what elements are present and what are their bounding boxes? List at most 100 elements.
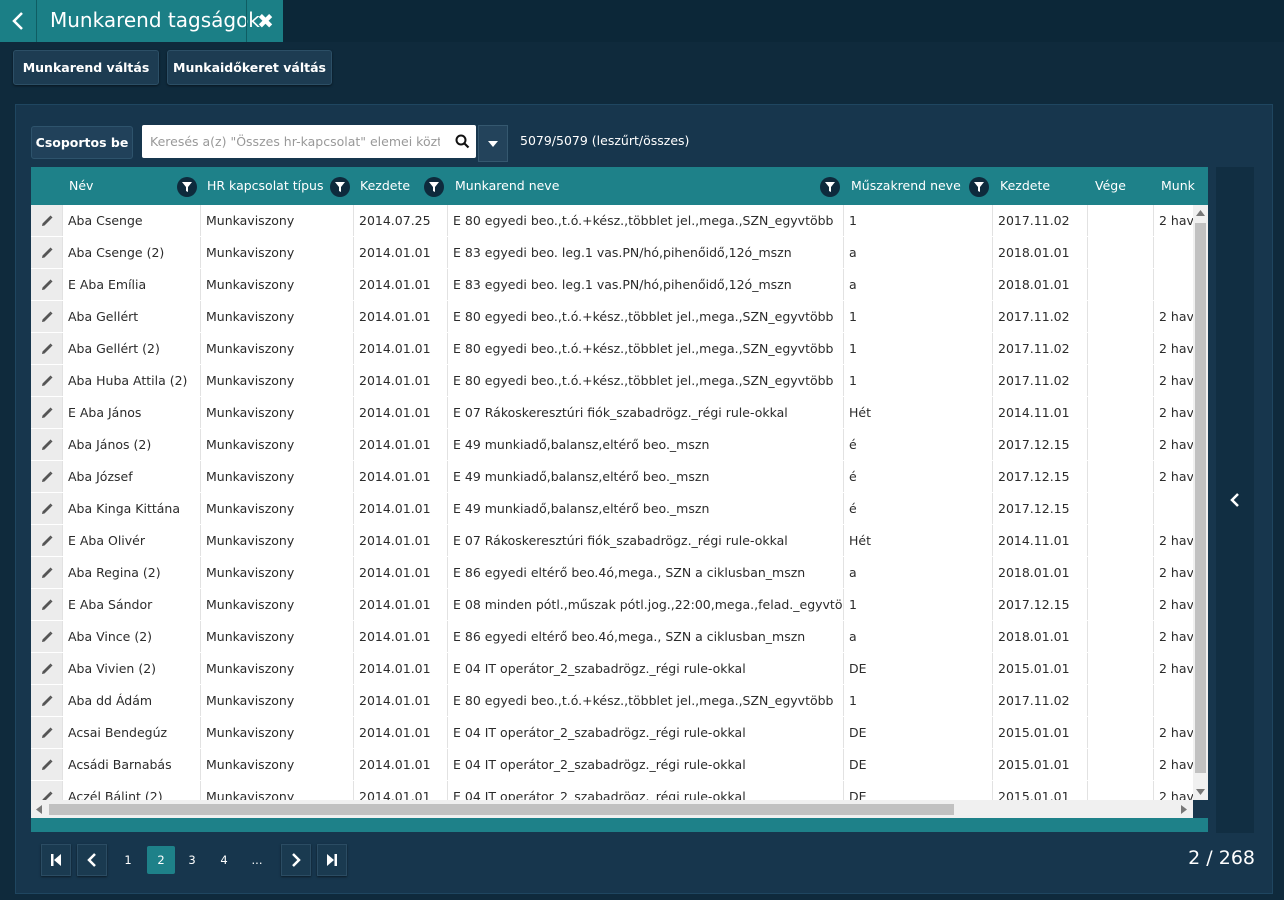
edit-row-button[interactable] (31, 621, 62, 652)
scroll-right-icon[interactable] (1181, 805, 1187, 814)
edit-row-button[interactable] (31, 365, 62, 396)
cell-munk (1153, 493, 1193, 524)
table-row[interactable]: Acsádi Barnabás Munkaviszony 2014.01.01 E 0… (31, 749, 1193, 782)
side-panel-toggle[interactable] (1216, 167, 1254, 833)
column-header-munk[interactable]: Munk (1161, 167, 1195, 205)
cell-munkarend-neve: E 80 egyedi beo.,t.ó.+kész.,többlet jel.… (447, 333, 843, 364)
filter-icon[interactable] (820, 177, 840, 197)
table-row[interactable]: E Aba Olivér Munkaviszony 2014.01.01 E 07 R… (31, 525, 1193, 558)
cell-hr-tipus: Munkaviszony (200, 333, 353, 364)
pencil-icon (41, 694, 53, 706)
cell-vege (1087, 333, 1153, 364)
search-input[interactable] (150, 125, 440, 158)
cell-nev: Aba József (62, 461, 200, 492)
search-box (142, 125, 476, 158)
page-link-2-current[interactable]: 2 (147, 846, 175, 874)
last-page-icon (327, 854, 337, 866)
edit-row-button[interactable] (31, 781, 62, 800)
chevron-right-icon (292, 853, 301, 867)
filter-icon[interactable] (969, 177, 989, 197)
table-row[interactable]: E Aba Emília Munkaviszony 2014.01.01 E 83 e… (31, 269, 1193, 302)
edit-row-button[interactable] (31, 589, 62, 620)
cell-muszakrend-neve: 1 (843, 589, 992, 620)
table-row[interactable]: Aba Regina (2) Munkaviszony 2014.01.01 E 86… (31, 557, 1193, 590)
cell-kezdete-2: 2018.01.01 (992, 269, 1087, 300)
horizontal-scroll-thumb[interactable] (49, 804, 954, 815)
search-icon[interactable] (455, 134, 470, 149)
table-row[interactable]: Aba Vince (2) Munkaviszony 2014.01.01 E 86 … (31, 621, 1193, 654)
edit-row-button[interactable] (31, 493, 62, 524)
column-header-munkarend-neve[interactable]: Munkarend neve (455, 167, 559, 205)
munkarend-valtas-button[interactable]: Munkarend váltás (13, 50, 159, 85)
filter-icon[interactable] (177, 177, 197, 197)
page-link-3[interactable]: 3 (178, 846, 206, 874)
table-row[interactable]: Aba Huba Attila (2) Munkaviszony 2014.01.0… (31, 365, 1193, 398)
column-header-vege[interactable]: Vége (1095, 167, 1126, 205)
first-page-button[interactable] (41, 844, 71, 876)
table-row[interactable]: Acsai Bendegúz Munkaviszony 2014.01.01 E 04… (31, 717, 1193, 750)
edit-row-button[interactable] (31, 397, 62, 428)
page-link-4[interactable]: 4 (210, 846, 238, 874)
edit-row-button[interactable] (31, 269, 62, 300)
cell-muszakrend-neve: DE (843, 749, 992, 780)
next-page-button[interactable] (281, 844, 311, 876)
cell-kezdete: 2014.01.01 (353, 749, 447, 780)
table-row[interactable]: Aba Vivien (2) Munkaviszony 2014.01.01 E 04… (31, 653, 1193, 686)
edit-row-button[interactable] (31, 749, 62, 780)
column-header-kezdete-2[interactable]: Kezdete (1000, 167, 1050, 205)
table-row[interactable]: Aba József Munkaviszony 2014.01.01 E 49 mun… (31, 461, 1193, 494)
back-button[interactable] (0, 0, 37, 42)
edit-row-button[interactable] (31, 461, 62, 492)
edit-row-button[interactable] (31, 653, 62, 684)
cell-nev: Aba Gellért (2) (62, 333, 200, 364)
table-row[interactable]: Aba Kinga Kittána Munkaviszony 2014.01.01 E… (31, 493, 1193, 526)
table-row[interactable]: Aba Csenge Munkaviszony 2014.07.25 E 80 egy… (31, 205, 1193, 238)
table-row[interactable]: Aba Csenge (2) Munkaviszony 2014.01.01 E 83… (31, 237, 1193, 270)
table-row[interactable]: Aba dd Ádám Munkaviszony 2014.01.01 E 80 eg… (31, 685, 1193, 718)
edit-row-button[interactable] (31, 717, 62, 748)
horizontal-scrollbar[interactable] (31, 800, 1193, 818)
edit-row-button[interactable] (31, 429, 62, 460)
table-row[interactable]: Aczél Bálint (2) Munkaviszony 2014.01.01 E … (31, 781, 1193, 800)
edit-row-button[interactable] (31, 333, 62, 364)
vertical-scroll-thumb[interactable] (1195, 223, 1206, 773)
vertical-scrollbar[interactable] (1193, 205, 1208, 800)
page-ellipsis[interactable]: ... (243, 846, 271, 874)
scroll-up-icon[interactable] (1196, 210, 1205, 216)
edit-row-button[interactable] (31, 525, 62, 556)
search-options-dropdown[interactable] (478, 125, 508, 162)
cell-muszakrend-neve: Hét (843, 525, 992, 556)
column-header-muszakrend-neve[interactable]: Műszakrend neve (851, 167, 961, 205)
column-header-nev[interactable]: Név (69, 167, 93, 205)
group-toggle-button[interactable]: Csoportos be (31, 126, 133, 159)
column-header-kezdete[interactable]: Kezdete (360, 167, 410, 205)
edit-row-button[interactable] (31, 237, 62, 268)
filter-icon[interactable] (330, 177, 350, 197)
table-row[interactable]: E Aba Sándor Munkaviszony 2014.01.01 E 08 m… (31, 589, 1193, 622)
table-row[interactable]: Aba Gellért Munkaviszony 2014.01.01 E 80 eg… (31, 301, 1193, 334)
column-header-hr-tipus[interactable]: HR kapcsolat típus (207, 167, 323, 205)
close-button[interactable]: ✖ (246, 0, 284, 42)
edit-row-button[interactable] (31, 301, 62, 332)
prev-page-button[interactable] (77, 844, 107, 876)
cell-hr-tipus: Munkaviszony (200, 525, 353, 556)
pencil-icon (41, 310, 53, 322)
last-page-button[interactable] (317, 844, 347, 876)
edit-row-button[interactable] (31, 685, 62, 716)
cell-nev: Aba Vivien (2) (62, 653, 200, 684)
edit-row-button[interactable] (31, 557, 62, 588)
table-row[interactable]: Aba Gellért (2) Munkaviszony 2014.01.01 E 8… (31, 333, 1193, 366)
cell-munk: 2 havi (1153, 365, 1193, 396)
cell-munk: 2 havi (1153, 205, 1193, 236)
scroll-down-icon[interactable] (1196, 789, 1205, 795)
cell-muszakrend-neve: é (843, 493, 992, 524)
table-row[interactable]: Aba János (2) Munkaviszony 2014.01.01 E 49 … (31, 429, 1193, 462)
filter-icon[interactable] (424, 177, 444, 197)
page-indicator: 2 / 268 (1188, 847, 1255, 869)
scroll-left-icon[interactable] (36, 805, 42, 814)
page-link-1[interactable]: 1 (114, 846, 142, 874)
cell-munk: 2 havi (1153, 557, 1193, 588)
edit-row-button[interactable] (31, 205, 62, 236)
munkaidokeret-valtas-button[interactable]: Munkaidőkeret váltás (167, 50, 332, 85)
table-row[interactable]: E Aba János Munkaviszony 2014.01.01 E 07 Rá… (31, 397, 1193, 430)
